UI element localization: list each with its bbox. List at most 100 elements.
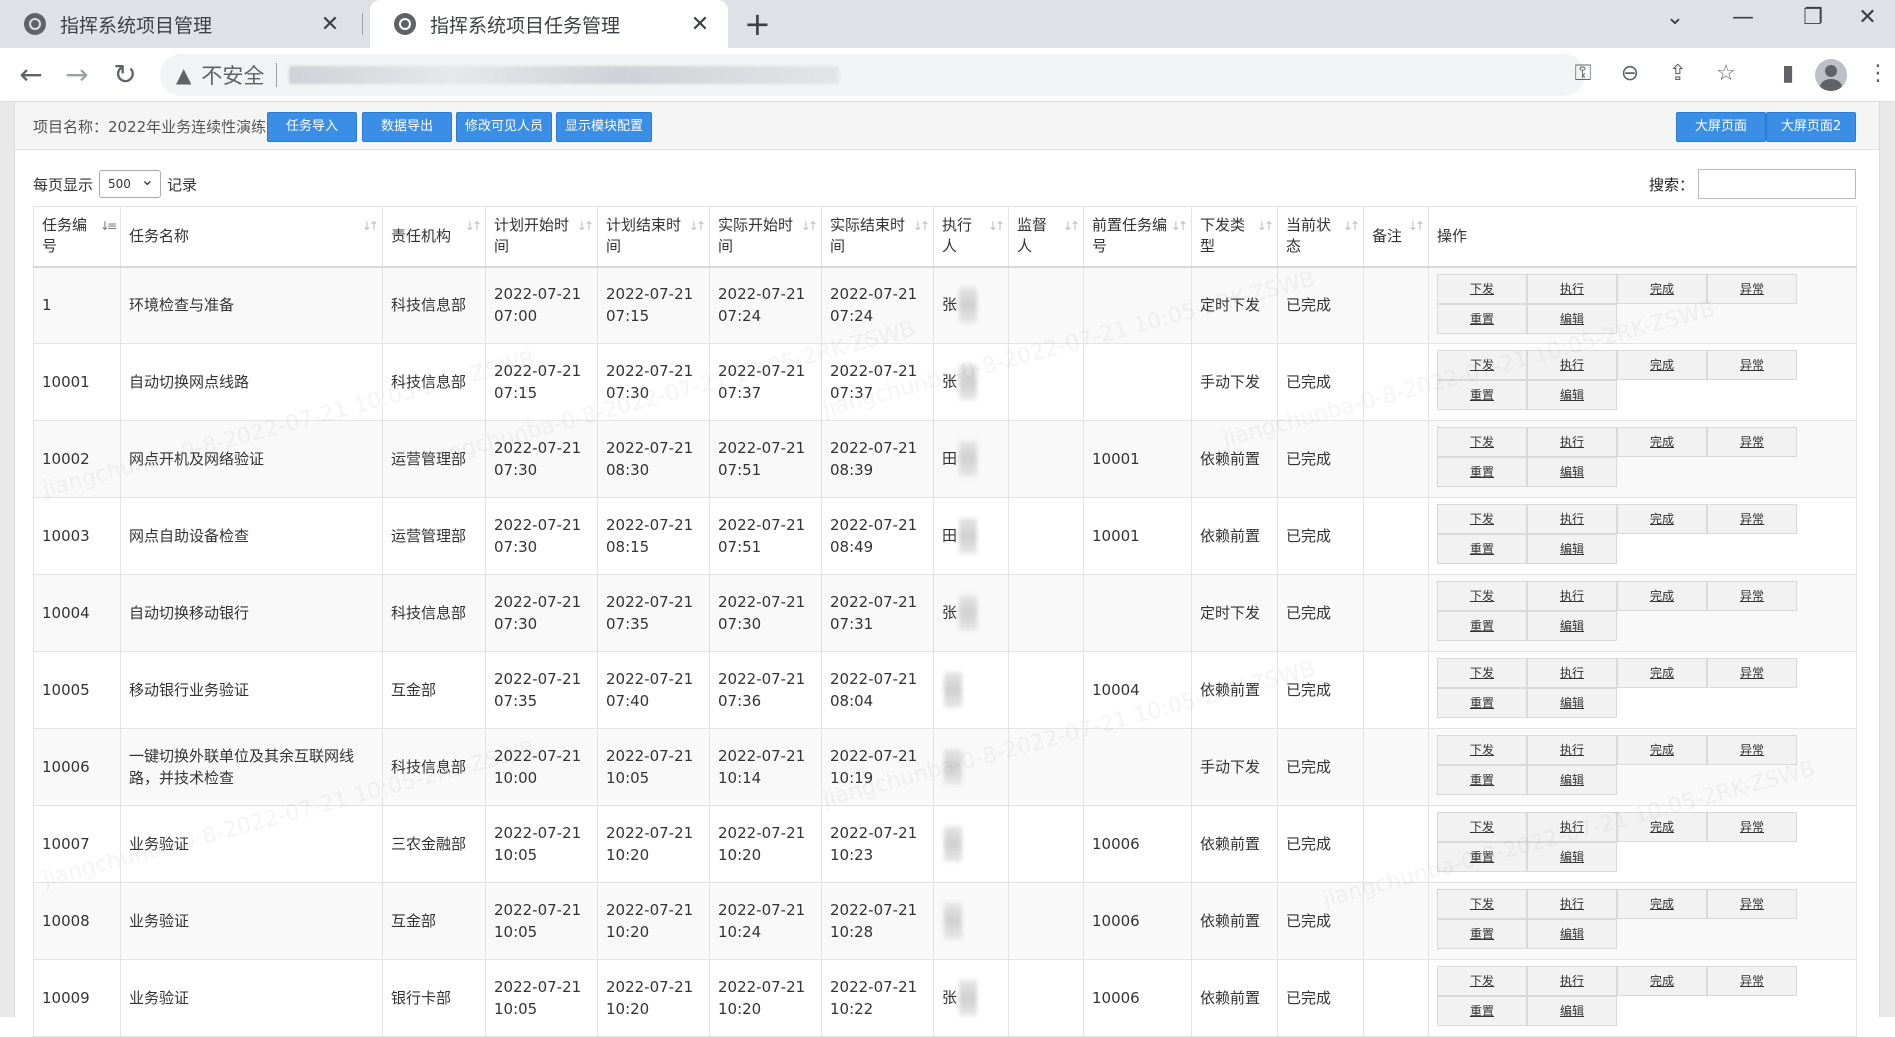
header-col-executor[interactable]: 执行人 ↓↑: [933, 206, 1009, 268]
reset-button[interactable]: 重置: [1437, 534, 1527, 564]
search-input[interactable]: [1698, 169, 1856, 199]
exception-button[interactable]: 异常: [1707, 273, 1797, 304]
sort-icon[interactable]: ↓↑: [577, 216, 594, 237]
execute-button[interactable]: 执行: [1527, 350, 1617, 380]
header-col-status[interactable]: 当前状态 ↓↑: [1277, 206, 1364, 268]
exception-button[interactable]: 异常: [1707, 427, 1797, 457]
big-screen-button[interactable]: 大屏页面: [1676, 112, 1766, 142]
header-col-org[interactable]: 责任机构 ↓↑: [382, 206, 486, 268]
reset-button[interactable]: 重置: [1437, 919, 1527, 949]
execute-button[interactable]: 执行: [1527, 889, 1617, 919]
sort-icon[interactable]: ↓↑: [1408, 216, 1425, 237]
edit-button[interactable]: 编辑: [1527, 303, 1617, 334]
edit-button[interactable]: 编辑: [1527, 765, 1617, 795]
exception-button[interactable]: 异常: [1707, 350, 1797, 380]
exception-button[interactable]: 异常: [1707, 889, 1797, 919]
import-tasks-button[interactable]: 任务导入: [267, 112, 357, 142]
execute-button[interactable]: 执行: [1527, 735, 1617, 765]
exception-button[interactable]: 异常: [1707, 658, 1797, 688]
header-col-note[interactable]: 备注 ↓↑: [1363, 206, 1429, 268]
complete-button[interactable]: 完成: [1617, 812, 1707, 842]
insecure-label[interactable]: 不安全: [201, 60, 264, 90]
reset-button[interactable]: 重置: [1437, 380, 1527, 410]
sort-icon[interactable]: ↓↑: [362, 216, 379, 237]
execute-button[interactable]: 执行: [1527, 581, 1617, 611]
header-col-actual-start[interactable]: 实际开始时间 ↓↑: [709, 206, 822, 268]
execute-button[interactable]: 执行: [1527, 812, 1617, 842]
exception-button[interactable]: 异常: [1707, 504, 1797, 534]
sort-icon[interactable]: ↓↑: [988, 216, 1005, 237]
sort-icon[interactable]: ↓↑: [1257, 216, 1274, 237]
page-length-select[interactable]: 500: [99, 167, 162, 198]
new-tab-button[interactable]: +: [744, 6, 771, 42]
execute-button[interactable]: 执行: [1527, 504, 1617, 534]
complete-button[interactable]: 完成: [1617, 966, 1707, 996]
edit-button[interactable]: 编辑: [1527, 996, 1617, 1026]
close-window-button[interactable]: ✕: [1840, 0, 1895, 40]
back-icon[interactable]: ←: [12, 56, 50, 94]
execute-button[interactable]: 执行: [1527, 658, 1617, 688]
header-col-plan-start[interactable]: 计划开始时间 ↓↑: [485, 206, 598, 268]
complete-button[interactable]: 完成: [1617, 273, 1707, 304]
dispatch-button[interactable]: 下发: [1437, 658, 1527, 688]
minimize-button[interactable]: —: [1708, 0, 1778, 40]
header-col-task-name[interactable]: 任务名称 ↓↑: [120, 206, 383, 268]
export-data-button[interactable]: 数据导出: [362, 112, 452, 142]
complete-button[interactable]: 完成: [1617, 658, 1707, 688]
dispatch-button[interactable]: 下发: [1437, 504, 1527, 534]
big-screen-2-button[interactable]: 大屏页面2: [1766, 112, 1856, 142]
side-panel-icon[interactable]: ▮: [1770, 56, 1806, 92]
close-tab-icon[interactable]: ✕: [318, 12, 342, 37]
complete-button[interactable]: 完成: [1617, 889, 1707, 919]
edit-button[interactable]: 编辑: [1527, 842, 1617, 872]
complete-button[interactable]: 完成: [1617, 735, 1707, 765]
reload-icon[interactable]: ↻: [106, 56, 144, 94]
dispatch-button[interactable]: 下发: [1437, 735, 1527, 765]
reset-button[interactable]: 重置: [1437, 688, 1527, 718]
address-bar[interactable]: ▲ 不安全: [160, 54, 1585, 96]
exception-button[interactable]: 异常: [1707, 581, 1797, 611]
menu-icon[interactable]: ⋮: [1866, 56, 1890, 92]
reset-button[interactable]: 重置: [1437, 457, 1527, 487]
exception-button[interactable]: 异常: [1707, 735, 1797, 765]
forward-icon[interactable]: →: [58, 56, 96, 94]
header-col-task-id[interactable]: 任务编号 ↓≡: [33, 206, 121, 268]
complete-button[interactable]: 完成: [1617, 427, 1707, 457]
exception-button[interactable]: 异常: [1707, 966, 1797, 996]
module-config-button[interactable]: 显示模块配置: [556, 112, 652, 142]
sort-icon[interactable]: ↓↑: [913, 216, 930, 237]
warning-icon[interactable]: ▲: [176, 63, 191, 87]
reset-button[interactable]: 重置: [1437, 842, 1527, 872]
tab-task-management[interactable]: 指挥系统项目任务管理 ✕: [370, 0, 728, 48]
sort-icon[interactable]: ↓↑: [465, 216, 482, 237]
sort-icon[interactable]: ↓↑: [1063, 216, 1080, 237]
sort-icon[interactable]: ↓↑: [1171, 216, 1188, 237]
reset-button[interactable]: 重置: [1437, 611, 1527, 641]
edit-button[interactable]: 编辑: [1527, 380, 1617, 410]
sort-icon[interactable]: ↓↑: [801, 216, 818, 237]
profile-avatar[interactable]: [1815, 59, 1847, 91]
dispatch-button[interactable]: 下发: [1437, 966, 1527, 996]
sort-icon[interactable]: ↓↑: [689, 216, 706, 237]
dispatch-button[interactable]: 下发: [1437, 812, 1527, 842]
reset-button[interactable]: 重置: [1437, 996, 1527, 1026]
reset-button[interactable]: 重置: [1437, 765, 1527, 795]
execute-button[interactable]: 执行: [1527, 966, 1617, 996]
edit-button[interactable]: 编辑: [1527, 688, 1617, 718]
complete-button[interactable]: 完成: [1617, 504, 1707, 534]
edit-visible-users-button[interactable]: 修改可见人员: [456, 112, 552, 142]
reset-button[interactable]: 重置: [1437, 303, 1527, 334]
dispatch-button[interactable]: 下发: [1437, 581, 1527, 611]
star-icon[interactable]: ☆: [1708, 56, 1744, 92]
sort-icon[interactable]: ↓↑: [1343, 216, 1360, 237]
dispatch-button[interactable]: 下发: [1437, 273, 1527, 304]
exception-button[interactable]: 异常: [1707, 812, 1797, 842]
header-col-actual-end[interactable]: 实际结束时间 ↓↑: [821, 206, 934, 268]
dispatch-button[interactable]: 下发: [1437, 427, 1527, 457]
zoom-icon[interactable]: ⊖: [1612, 56, 1648, 92]
complete-button[interactable]: 完成: [1617, 581, 1707, 611]
dispatch-button[interactable]: 下发: [1437, 350, 1527, 380]
header-col-pre-task[interactable]: 前置任务编号 ↓↑: [1083, 206, 1192, 268]
share-icon[interactable]: ⇪: [1660, 56, 1696, 92]
maximize-button[interactable]: ❐: [1778, 0, 1848, 40]
